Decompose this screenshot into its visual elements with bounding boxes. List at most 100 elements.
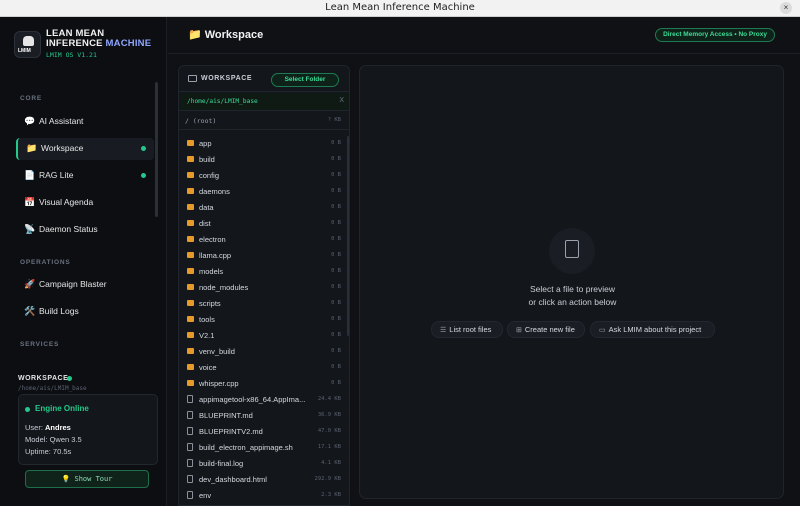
folder-icon	[187, 380, 194, 386]
file-preview-icon	[549, 228, 595, 274]
status-dot	[141, 146, 146, 151]
file-row[interactable]: dist 0 B	[179, 216, 349, 232]
engine-status-card: Engine Online User: Andres Model: Qwen 3…	[18, 394, 158, 465]
app-name: LEAN MEAN INFERENCE MACHINE	[46, 28, 152, 49]
list-icon: ☰	[440, 327, 447, 334]
main-header: 📁 Workspace Direct Memory Access • No Pr…	[168, 17, 800, 54]
file-size: 2.3 KB	[321, 492, 341, 498]
file-row[interactable]: scripts 0 B	[179, 296, 349, 312]
window-title: Lean Mean Inference Machine	[325, 2, 475, 13]
folder-icon	[187, 332, 194, 338]
ask-lmim-button[interactable]: ▭ Ask LMIM about this project	[590, 321, 715, 338]
select-folder-button[interactable]: Select Folder	[271, 73, 339, 87]
file-name: BLUEPRINTV2.md	[199, 427, 263, 436]
file-name: V2.1	[199, 331, 215, 340]
file-size: 0 B	[331, 332, 341, 338]
file-row[interactable]: daemons 0 B	[179, 184, 349, 200]
sidebar-item-ai-assistant[interactable]: 💬 AI Assistant	[16, 111, 154, 133]
file-row[interactable]: data 0 B	[179, 200, 349, 216]
sidebar-item-workspace[interactable]: 📁 Workspace	[16, 138, 154, 160]
clear-path-icon[interactable]: X	[339, 97, 344, 104]
file-row[interactable]: voice 0 B	[179, 360, 349, 376]
file-row[interactable]: node_modules 0 B	[179, 280, 349, 296]
folder-icon	[187, 236, 194, 242]
file-name: tools	[199, 315, 215, 324]
file-size: 17.1 KB	[317, 444, 341, 450]
file-row[interactable]: config 0 B	[179, 168, 349, 184]
file-row[interactable]: tools 0 B	[179, 312, 349, 328]
section-operations: OPERATIONS	[20, 259, 71, 266]
folder-icon	[187, 172, 194, 178]
file-size: 0 B	[331, 380, 341, 386]
current-path-bar: /home/ais/LMIM_base X	[179, 93, 349, 111]
app-version: LMIM OS V1.21	[46, 51, 97, 59]
root-size: ? KB	[327, 117, 341, 123]
sidebar-scrollbar[interactable]	[155, 82, 158, 217]
file-row[interactable]: BLUEPRINTV2.md 47.0 KB	[179, 424, 349, 440]
file-row[interactable]: BLUEPRINT.md 36.9 KB	[179, 408, 349, 424]
sidebar-item-campaign-blaster[interactable]: 🚀 Campaign Blaster	[16, 274, 154, 296]
file-row[interactable]: app 0 B	[179, 136, 349, 152]
file-name: models	[199, 267, 224, 276]
file-row[interactable]: whisper.cpp 0 B	[179, 376, 349, 392]
file-icon	[187, 459, 193, 467]
preview-hint-line2: or click an action below	[528, 297, 617, 307]
file-name: BLUEPRINT.md	[199, 411, 253, 420]
list-root-files-button[interactable]: ☰ List root files	[431, 321, 503, 338]
file-name: scripts	[199, 299, 221, 308]
engine-status-dot	[25, 407, 30, 412]
sidebar-item-visual-agenda[interactable]: 📅 Visual Agenda	[16, 192, 154, 214]
chat-bubble-icon: ▭	[599, 327, 606, 334]
satellite-icon: 📡	[24, 224, 36, 234]
file-size: 4.1 KB	[321, 460, 341, 466]
file-name: build-final.log	[199, 459, 244, 468]
explorer-title: WORKSPACE	[201, 75, 253, 82]
file-row[interactable]: venv_build 0 B	[179, 344, 349, 360]
file-row[interactable]: env 2.3 KB	[179, 488, 349, 504]
file-row[interactable]: dev_dashboard.html 292.9 KB	[179, 472, 349, 488]
sidebar-item-build-logs[interactable]: 🛠️ Build Logs	[16, 301, 154, 323]
chat-icon: 💬	[24, 116, 36, 126]
file-row[interactable]: build 0 B	[179, 152, 349, 168]
file-row[interactable]: electron 0 B	[179, 232, 349, 248]
create-new-file-button[interactable]: ⊞ Create new file	[507, 321, 585, 338]
file-name: llama.cpp	[199, 251, 232, 260]
engine-model: Model: Qwen 3.5	[25, 435, 82, 444]
file-icon	[187, 443, 193, 451]
engine-status: Engine Online	[35, 404, 89, 413]
folder-icon: 📁	[26, 143, 38, 153]
file-size: 0 B	[331, 364, 341, 370]
file-row[interactable]: build_electron_appimage.sh 17.1 KB	[179, 440, 349, 456]
file-row[interactable]: V2.1 0 B	[179, 328, 349, 344]
file-name: node_modules	[199, 283, 249, 292]
file-size: 0 B	[331, 140, 341, 146]
file-name: app	[199, 139, 212, 148]
show-tour-button[interactable]: 💡 Show Tour	[25, 470, 149, 488]
file-size: 0 B	[331, 300, 341, 306]
file-row[interactable]: models 0 B	[179, 264, 349, 280]
close-icon[interactable]: ×	[780, 2, 792, 14]
rocket-icon: 🚀	[24, 279, 36, 289]
file-name: build	[199, 155, 215, 164]
file-row[interactable]: build-final.log 4.1 KB	[179, 456, 349, 472]
preview-panel: Select a file to preview or click an act…	[359, 65, 784, 499]
section-services: SERVICES	[20, 341, 60, 348]
root-label: / (root)	[185, 117, 217, 125]
window-titlebar: Lean Mean Inference Machine ×	[0, 0, 800, 17]
file-row[interactable]: llama.cpp 0 B	[179, 248, 349, 264]
sidebar-item-daemon-status[interactable]: 📡 Daemon Status	[16, 219, 154, 241]
explorer-scrollbar[interactable]	[347, 136, 349, 336]
folder-icon	[187, 156, 194, 162]
main-panel: 📁 Workspace Direct Memory Access • No Pr…	[168, 17, 800, 506]
file-size: 0 B	[331, 188, 341, 194]
file-size: 0 B	[331, 220, 341, 226]
folder-icon	[187, 348, 194, 354]
file-size: 0 B	[331, 172, 341, 178]
file-size: 36.9 KB	[317, 412, 341, 418]
file-icon	[187, 395, 193, 403]
sidebar-item-rag-lite[interactable]: 📄 RAG Lite	[16, 165, 154, 187]
workspace-path: /home/ais/LMIM_base	[18, 385, 87, 392]
file-name: env	[199, 491, 212, 500]
root-row[interactable]: / (root) ? KB	[179, 112, 349, 130]
file-row[interactable]: appimagetool-x86_64.AppIma... 24.4 KB	[179, 392, 349, 408]
